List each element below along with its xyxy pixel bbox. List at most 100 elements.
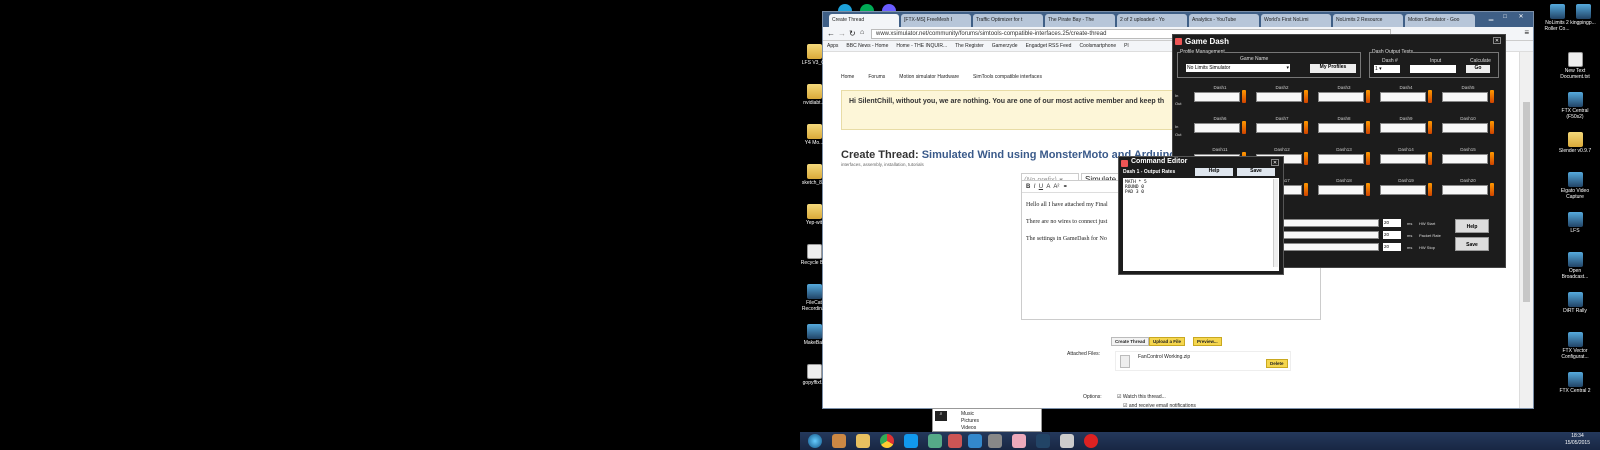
explorer-item[interactable]: Music xyxy=(961,411,979,418)
dash-gauge[interactable]: Dash4 xyxy=(1377,85,1435,105)
desktop-icon[interactable]: Slender v0.9.7 xyxy=(1558,132,1592,154)
timing-select[interactable]: 20 xyxy=(1383,219,1401,227)
dash-gauge[interactable]: Dash8 xyxy=(1315,116,1373,136)
dash-slider-knob[interactable] xyxy=(1490,183,1494,196)
explorer-icon[interactable] xyxy=(856,434,870,448)
reload-icon[interactable]: ↻ xyxy=(849,29,856,38)
app-icon[interactable] xyxy=(988,434,1002,448)
dash-slider-knob[interactable] xyxy=(1490,90,1494,103)
dash-slider-knob[interactable] xyxy=(1490,152,1494,165)
dash-gauge[interactable]: Dash19 xyxy=(1377,178,1435,198)
breadcrumb-item[interactable]: Forums xyxy=(868,74,885,80)
explorer-item[interactable]: Videos xyxy=(961,425,979,432)
bookmark-item[interactable]: BBC News - Home xyxy=(846,41,888,49)
font-size-icon[interactable]: A² xyxy=(1053,184,1059,190)
dash-slider-knob[interactable] xyxy=(1242,90,1246,103)
steam-icon[interactable] xyxy=(1036,434,1050,448)
dash-slider-knob[interactable] xyxy=(1366,121,1370,134)
browser-tab[interactable]: Create Thread xyxy=(829,14,899,27)
dash-gauge[interactable]: Dash1 xyxy=(1191,85,1249,105)
app-icon[interactable] xyxy=(928,434,942,448)
desktop-icon[interactable]: Open Broadcast... xyxy=(1558,252,1592,280)
desktop-icon[interactable]: Recycle Bin xyxy=(797,244,831,266)
dash-gauge[interactable]: Dash9 xyxy=(1377,116,1435,136)
desktop-icon[interactable]: FileCat Recordin... xyxy=(797,284,831,312)
desktop-icon[interactable]: gopyffixf... xyxy=(797,364,831,386)
breadcrumb-item[interactable]: Motion simulator Hardware xyxy=(899,74,959,80)
email-checkbox[interactable]: ☑ and receive email notifications xyxy=(1123,403,1196,409)
skype-icon[interactable] xyxy=(904,434,918,448)
underline-icon[interactable]: U xyxy=(1039,184,1043,190)
delete-button[interactable]: Delete xyxy=(1266,359,1288,368)
bold-icon[interactable]: B xyxy=(1026,184,1030,190)
desktop-icon[interactable]: FTX Vector Configurat... xyxy=(1558,332,1592,360)
create-thread-button[interactable]: Create Thread xyxy=(1111,337,1150,346)
dash-num-select[interactable]: 1 ▾ xyxy=(1374,65,1400,73)
browser-tab[interactable]: [FTX-MS] FreeMesh I xyxy=(901,14,971,27)
scrollbar[interactable] xyxy=(1519,52,1533,408)
clock[interactable]: 18:34 15/05/2015 xyxy=(1565,433,1590,447)
dash-slider-knob[interactable] xyxy=(1366,183,1370,196)
dash-slider-knob[interactable] xyxy=(1304,121,1308,134)
help-button[interactable]: Help xyxy=(1195,168,1233,176)
save-button[interactable]: Save xyxy=(1455,237,1489,251)
save-button[interactable]: Save xyxy=(1237,168,1275,176)
home-icon[interactable]: ⌂ xyxy=(860,29,864,36)
minimize-button[interactable]: ▁ xyxy=(1485,14,1497,22)
forward-icon[interactable]: → xyxy=(838,29,846,38)
italic-icon[interactable]: I xyxy=(1034,184,1036,190)
attachment-name[interactable]: FanControl Working.zip xyxy=(1138,354,1190,360)
bookmark-item[interactable]: The Register xyxy=(955,41,984,49)
timing-select[interactable]: 20 xyxy=(1383,243,1401,251)
bookmark-item[interactable]: Coolsmartphone xyxy=(1079,41,1116,49)
breadcrumb-item[interactable]: SimTools compatible interfaces xyxy=(973,74,1042,80)
dash-slider-knob[interactable] xyxy=(1366,90,1370,103)
desktop-icon[interactable]: DiRT Rally xyxy=(1558,292,1592,314)
dash-slider-knob[interactable] xyxy=(1428,121,1432,134)
app-icon[interactable] xyxy=(968,434,982,448)
desktop-icon[interactable]: sketch_8... xyxy=(797,164,831,186)
start-button[interactable] xyxy=(808,434,822,448)
chrome-icon[interactable] xyxy=(880,434,894,448)
media-icon[interactable] xyxy=(832,434,846,448)
explorer-item[interactable]: Pictures xyxy=(961,418,979,425)
input-field[interactable] xyxy=(1410,65,1456,73)
desktop-icon[interactable]: New Text Document.txt xyxy=(1558,52,1592,80)
bookmark-item[interactable]: Gamerzyde xyxy=(992,41,1018,49)
watch-checkbox[interactable]: ☑ Watch this thread... xyxy=(1117,394,1166,400)
desktop-icon[interactable]: Y4 Mo... xyxy=(797,124,831,146)
desktop-icon[interactable]: nvidiabt... xyxy=(797,84,831,106)
menu-icon[interactable]: ≡ xyxy=(1524,28,1529,37)
upload-file-button[interactable]: Upload a File xyxy=(1149,337,1186,346)
dash-gauge[interactable]: Dash6 xyxy=(1191,116,1249,136)
bookmark-item[interactable]: Home - THE INQUIR... xyxy=(896,41,947,49)
browser-tab[interactable]: The Pirate Bay - The xyxy=(1045,14,1115,27)
font-color-icon[interactable]: A xyxy=(1046,184,1050,190)
bookmark-item[interactable]: Engadget RSS Feed xyxy=(1026,41,1072,49)
desktop-icon[interactable]: Yep-wit xyxy=(797,204,831,226)
dash-gauge[interactable]: Dash5 xyxy=(1439,85,1497,105)
game-name-select[interactable]: No Limits Simulator ▾ xyxy=(1186,64,1290,72)
close-button[interactable]: ✕ xyxy=(1493,37,1501,44)
desktop-icon[interactable]: FTX Central (F50s2) xyxy=(1558,92,1592,120)
dash-gauge[interactable]: Dash10 xyxy=(1439,116,1497,136)
dash-slider-knob[interactable] xyxy=(1242,121,1246,134)
dash-slider-knob[interactable] xyxy=(1304,90,1308,103)
app-icon[interactable] xyxy=(1060,434,1074,448)
back-icon[interactable]: ← xyxy=(827,29,835,38)
scrollbar-thumb[interactable] xyxy=(1523,102,1530,302)
dash-slider-knob[interactable] xyxy=(1490,121,1494,134)
dash-gauge[interactable]: Dash14 xyxy=(1377,147,1435,167)
desktop-icon[interactable]: MakeBall xyxy=(797,324,831,346)
breadcrumb-item[interactable]: Home xyxy=(841,74,854,80)
dash-gauge[interactable]: Dash20 xyxy=(1439,178,1497,198)
maximize-button[interactable]: □ xyxy=(1499,14,1511,22)
app-icon[interactable] xyxy=(948,434,962,448)
dash-gauge[interactable]: Dash18 xyxy=(1315,178,1373,198)
dash-gauge[interactable]: Dash3 xyxy=(1315,85,1373,105)
dash-slider-knob[interactable] xyxy=(1366,152,1370,165)
browser-tab[interactable]: NoLimits 2 Resource xyxy=(1333,14,1403,27)
code-textarea[interactable]: MATH * 5 ROUND 0 PAD 3 0 xyxy=(1123,178,1279,271)
preview-button[interactable]: Preview... xyxy=(1193,337,1222,346)
go-button[interactable]: Go xyxy=(1466,65,1490,73)
